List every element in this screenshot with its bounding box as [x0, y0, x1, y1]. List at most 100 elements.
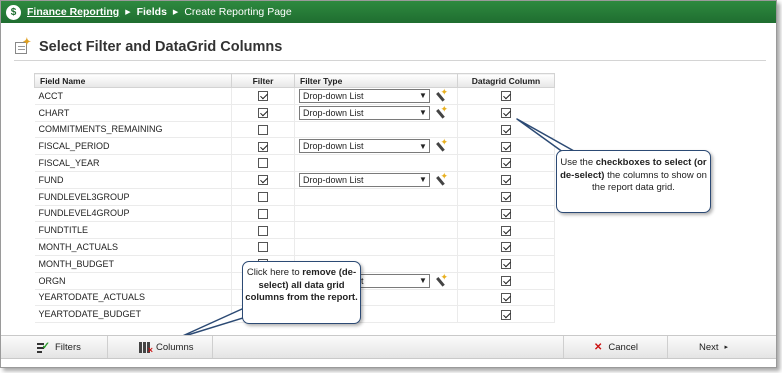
- table-row: COMMITMENTS_REMAINING: [34, 121, 555, 139]
- field-name-cell: FISCAL_PERIOD: [34, 137, 232, 156]
- field-name-cell: FUNDLEVEL3GROUP: [34, 188, 232, 206]
- filter-checkbox[interactable]: [258, 158, 268, 169]
- filter-checkbox[interactable]: [258, 141, 268, 152]
- chevron-down-icon: ▼: [419, 91, 427, 101]
- field-name-cell: ORGN: [34, 272, 232, 290]
- filter-checkbox[interactable]: [258, 124, 268, 135]
- field-name-cell: YEARTODATE_BUDGET: [34, 305, 232, 324]
- filter-checkbox[interactable]: [258, 225, 268, 236]
- filter-cell: [231, 205, 295, 223]
- datagrid-checkbox[interactable]: [501, 225, 511, 236]
- field-name-cell: FUNDLEVEL4GROUP: [34, 205, 232, 223]
- filter-cell: [231, 154, 295, 172]
- filter-type-select[interactable]: Drop-down List ▼: [299, 88, 430, 103]
- datagrid-cell: [457, 87, 555, 105]
- filter-checkbox[interactable]: [258, 108, 268, 118]
- breadcrumb-separator-icon: ▶: [172, 9, 179, 16]
- field-name-cell: ACCT: [34, 87, 232, 105]
- filters-button[interactable]: ✓ Filters: [1, 336, 108, 358]
- datagrid-cell: [457, 154, 555, 172]
- magic-wand-icon[interactable]: ✦: [435, 171, 448, 186]
- datagrid-checkbox[interactable]: [501, 108, 511, 118]
- filter-checkbox[interactable]: [258, 208, 268, 219]
- breadcrumb-current-page: Create Reporting Page: [184, 6, 292, 18]
- datagrid-checkbox[interactable]: [501, 275, 511, 286]
- datagrid-cell: [457, 305, 555, 324]
- filter-cell: [231, 104, 295, 122]
- datagrid-cell: [457, 188, 555, 206]
- next-arrow-icon: ▸: [724, 344, 729, 351]
- filter-type-cell: [294, 221, 458, 240]
- filter-type-cell: [294, 205, 458, 223]
- table-row: MONTH_ACTUALS: [34, 238, 555, 256]
- chevron-down-icon: ▼: [419, 141, 427, 151]
- cancel-button[interactable]: ✕ Cancel: [563, 336, 667, 358]
- dollar-logo-icon: $: [6, 4, 21, 20]
- datagrid-checkbox[interactable]: [501, 309, 511, 320]
- datagrid-checkbox[interactable]: [501, 91, 511, 102]
- datagrid-checkbox[interactable]: [501, 259, 511, 270]
- magic-wand-icon[interactable]: ✦: [435, 137, 448, 152]
- table-row: CHART Drop-down List ▼ ✦: [34, 104, 555, 122]
- datagrid-checkbox[interactable]: [501, 175, 511, 186]
- field-name-cell: FISCAL_YEAR: [34, 154, 232, 172]
- datagrid-cell: [457, 272, 555, 290]
- table-row: FUNDTITLE: [34, 221, 555, 240]
- field-name-cell: FUND: [34, 171, 232, 189]
- filter-check-icon: ✓: [37, 342, 50, 353]
- filters-button-label: Filters: [55, 341, 81, 353]
- page-title-text: Select Filter and DataGrid Columns: [39, 39, 283, 55]
- datagrid-cell: [457, 137, 555, 156]
- magic-wand-icon[interactable]: ✦: [435, 104, 448, 119]
- breadcrumb-fields[interactable]: Fields: [137, 6, 167, 18]
- datagrid-checkbox[interactable]: [501, 124, 511, 135]
- filter-cell: [231, 188, 295, 206]
- datagrid-cell: [457, 221, 555, 240]
- columns-button[interactable]: × Columns: [108, 336, 213, 358]
- filter-type-cell: [294, 188, 458, 206]
- filter-type-select[interactable]: Drop-down List ▼: [299, 105, 430, 120]
- title-divider: [14, 60, 766, 61]
- filter-type-value: Drop-down List: [303, 107, 364, 118]
- datagrid-checkbox[interactable]: [501, 292, 511, 303]
- chevron-down-icon: ▼: [419, 108, 427, 118]
- datagrid-cell: [457, 238, 555, 256]
- breadcrumb-separator-icon: ▶: [125, 9, 131, 16]
- field-name-cell: COMMITMENTS_REMAINING: [34, 121, 232, 139]
- header-field-name: Field Name: [34, 73, 232, 88]
- columns-button-label: Columns: [156, 341, 194, 353]
- bottom-toolbar: ✓ Filters × Columns ✕ Cancel Next ▸: [1, 335, 776, 359]
- filter-type-select[interactable]: Drop-down List ▼: [299, 172, 430, 187]
- breadcrumb-finance-reporting[interactable]: Finance Reporting: [27, 6, 119, 18]
- field-name-cell: MONTH_ACTUALS: [34, 238, 232, 256]
- page-title: ✦ Select Filter and DataGrid Columns: [15, 37, 283, 55]
- magic-wand-icon[interactable]: ✦: [435, 87, 448, 102]
- datagrid-cell: [457, 255, 555, 273]
- header-datagrid-column: Datagrid Column: [457, 73, 555, 88]
- cancel-button-label: Cancel: [608, 341, 638, 353]
- filter-type-select[interactable]: Drop-down List ▼: [299, 139, 430, 154]
- field-name-cell: CHART: [34, 104, 232, 122]
- filter-cell: [231, 137, 295, 156]
- callout-columns-help: Click here to remove (de-select) all dat…: [242, 261, 361, 324]
- filter-type-cell: [294, 154, 458, 172]
- datagrid-checkbox[interactable]: [501, 191, 511, 202]
- datagrid-checkbox[interactable]: [501, 141, 511, 152]
- filter-type-cell: Drop-down List ▼ ✦: [294, 87, 458, 105]
- magic-wand-icon[interactable]: ✦: [435, 272, 448, 287]
- datagrid-checkbox[interactable]: [501, 208, 511, 219]
- filter-type-cell: [294, 238, 458, 256]
- grid-header-row: Field Name Filter Filter Type Datagrid C…: [34, 73, 555, 88]
- next-button[interactable]: Next ▸: [667, 336, 776, 358]
- filter-checkbox[interactable]: [258, 91, 268, 102]
- datagrid-checkbox[interactable]: [501, 242, 511, 253]
- datagrid-checkbox[interactable]: [501, 158, 511, 169]
- datagrid-cell: [457, 205, 555, 223]
- app-window: $ Finance Reporting ▶ Fields ▶ Create Re…: [0, 0, 777, 368]
- table-row: FUNDLEVEL3GROUP: [34, 188, 555, 206]
- datagrid-cell: [457, 171, 555, 189]
- filter-checkbox[interactable]: [258, 242, 268, 253]
- table-row: ACCT Drop-down List ▼ ✦: [34, 87, 555, 105]
- filter-checkbox[interactable]: [258, 175, 268, 186]
- filter-checkbox[interactable]: [258, 191, 268, 202]
